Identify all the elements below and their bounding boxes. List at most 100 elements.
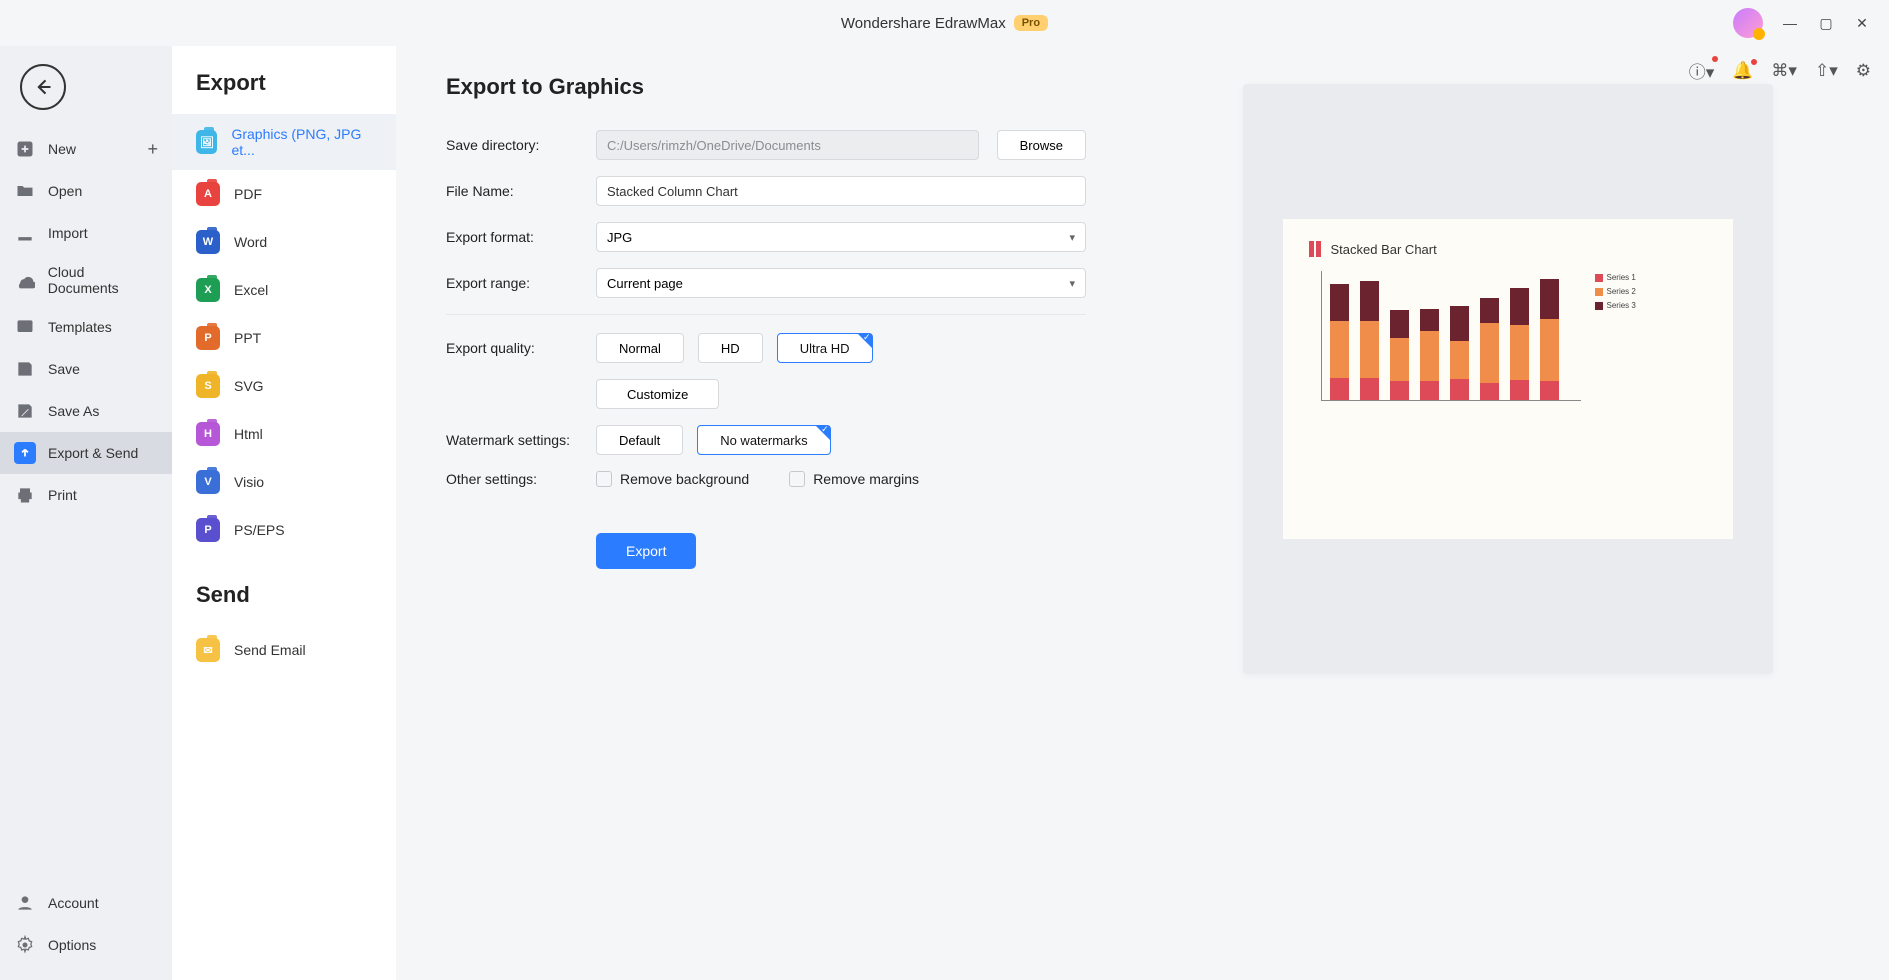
label-save-dir: Save directory: xyxy=(446,137,596,153)
format-label: SVG xyxy=(234,378,264,394)
remove-margins-checkbox[interactable]: Remove margins xyxy=(789,471,919,487)
format-excel[interactable]: X Excel xyxy=(172,266,396,314)
quality-ultrahd-button[interactable]: Ultra HD xyxy=(777,333,873,363)
nav-label: Save xyxy=(48,361,80,377)
preview-chart-title: Stacked Bar Chart xyxy=(1331,242,1437,257)
format-label: Html xyxy=(234,426,263,442)
format-visio[interactable]: V Visio xyxy=(172,458,396,506)
maximize-button[interactable]: ▢ xyxy=(1817,15,1835,32)
nav-options[interactable]: Options xyxy=(0,924,172,966)
nav-account[interactable]: Account xyxy=(0,882,172,924)
nav-label: Account xyxy=(48,895,99,911)
checkbox-icon xyxy=(596,471,612,487)
back-button[interactable] xyxy=(20,64,66,110)
format-label: Send Email xyxy=(234,642,306,658)
nav-label: Import xyxy=(48,225,88,241)
visio-icon: V xyxy=(196,470,220,494)
nav-save-as[interactable]: Save As xyxy=(0,390,172,432)
quality-customize-button[interactable]: Customize xyxy=(596,379,719,409)
export-format-sidebar: Export 🖼 Graphics (PNG, JPG et... A PDF … xyxy=(172,46,396,980)
export-format-select[interactable]: JPG xyxy=(596,222,1086,252)
send-email[interactable]: ✉ Send Email xyxy=(172,626,396,674)
format-label: PPT xyxy=(234,330,261,346)
export-range-select[interactable]: Current page xyxy=(596,268,1086,298)
label-export-range: Export range: xyxy=(446,275,596,291)
minimize-button[interactable]: — xyxy=(1781,15,1799,31)
page-title: Export to Graphics xyxy=(446,74,1086,100)
nav-cloud-documents[interactable]: Cloud Documents xyxy=(0,254,172,306)
preview-panel: Stacked Bar Chart Series 1 Series 2 Seri… xyxy=(1186,74,1829,952)
nav-import[interactable]: Import xyxy=(0,212,172,254)
user-avatar[interactable] xyxy=(1733,8,1763,38)
nav-label: Options xyxy=(48,937,96,953)
plus-icon[interactable]: + xyxy=(147,139,158,160)
format-label: Graphics (PNG, JPG et... xyxy=(231,126,372,158)
nav-save[interactable]: Save xyxy=(0,348,172,390)
browse-button[interactable]: Browse xyxy=(997,130,1086,160)
html-icon: H xyxy=(196,422,220,446)
save-icon xyxy=(14,358,36,380)
excel-icon: X xyxy=(196,278,220,302)
save-directory-input[interactable] xyxy=(596,130,979,160)
file-name-input[interactable] xyxy=(596,176,1086,206)
account-icon xyxy=(14,892,36,914)
nav-print[interactable]: Print xyxy=(0,474,172,516)
svg-icon: S xyxy=(196,374,220,398)
format-label: PS/EPS xyxy=(234,522,285,538)
email-icon: ✉ xyxy=(196,638,220,662)
nav-templates[interactable]: Templates xyxy=(0,306,172,348)
nav-label: New xyxy=(48,141,76,157)
folder-icon xyxy=(14,180,36,202)
format-pdf[interactable]: A PDF xyxy=(172,170,396,218)
pdf-icon: A xyxy=(196,182,220,206)
help-icon[interactable]: ⓘ▾ xyxy=(1689,58,1715,83)
label-export-quality: Export quality: xyxy=(446,340,596,356)
watermark-none-button[interactable]: No watermarks xyxy=(697,425,830,455)
ppt-icon: P xyxy=(196,326,220,350)
nav-label: Print xyxy=(48,487,77,503)
format-label: PDF xyxy=(234,186,262,202)
format-label: Word xyxy=(234,234,267,250)
nav-label: Export & Send xyxy=(48,445,138,461)
main-sidebar: New + Open Import Cloud Documents Templa… xyxy=(0,46,172,980)
remove-background-checkbox[interactable]: Remove background xyxy=(596,471,749,487)
format-html[interactable]: H Html xyxy=(172,410,396,458)
export-section-title: Export xyxy=(172,70,396,114)
quality-hd-button[interactable]: HD xyxy=(698,333,763,363)
top-toolbar: ⓘ▾ 🔔 ⌘▾ ⇧▾ ⚙ xyxy=(1689,58,1871,83)
checkbox-icon xyxy=(789,471,805,487)
format-pseps[interactable]: P PS/EPS xyxy=(172,506,396,554)
divider xyxy=(446,314,1086,315)
notifications-icon[interactable]: 🔔 xyxy=(1732,61,1753,81)
nav-open[interactable]: Open xyxy=(0,170,172,212)
nav-label: Open xyxy=(48,183,82,199)
watermark-default-button[interactable]: Default xyxy=(596,425,683,455)
share-icon[interactable]: ⇧▾ xyxy=(1815,61,1838,81)
print-icon xyxy=(14,484,36,506)
quality-normal-button[interactable]: Normal xyxy=(596,333,684,363)
chart-legend: Series 1 Series 2 Series 3 xyxy=(1595,271,1636,401)
chart-type-icon xyxy=(1309,241,1321,257)
save-as-icon xyxy=(14,400,36,422)
settings-gear-icon[interactable]: ⚙ xyxy=(1856,61,1871,81)
label-file-name: File Name: xyxy=(446,183,596,199)
format-label: Visio xyxy=(234,474,264,490)
format-word[interactable]: W Word xyxy=(172,218,396,266)
nav-export-send[interactable]: Export & Send xyxy=(0,432,172,474)
grid-menu-icon[interactable]: ⌘▾ xyxy=(1771,61,1797,81)
plus-box-icon xyxy=(14,138,36,160)
gear-icon xyxy=(14,934,36,956)
image-icon: 🖼 xyxy=(196,130,217,154)
templates-icon xyxy=(14,316,36,338)
nav-new[interactable]: New + xyxy=(0,128,172,170)
send-section-title: Send xyxy=(172,554,396,626)
close-button[interactable]: ✕ xyxy=(1853,15,1871,32)
format-svg[interactable]: S SVG xyxy=(172,362,396,410)
import-icon xyxy=(14,222,36,244)
chart-bars xyxy=(1321,271,1581,401)
format-graphics[interactable]: 🖼 Graphics (PNG, JPG et... xyxy=(172,114,396,170)
export-button[interactable]: Export xyxy=(596,533,696,569)
nav-label: Save As xyxy=(48,403,99,419)
format-ppt[interactable]: P PPT xyxy=(172,314,396,362)
word-icon: W xyxy=(196,230,220,254)
